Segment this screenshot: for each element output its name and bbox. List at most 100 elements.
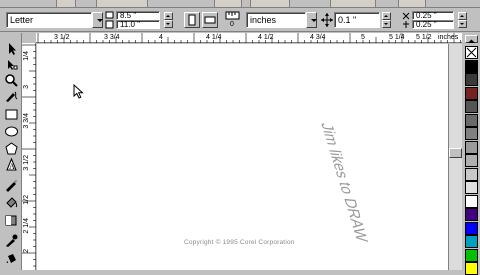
no-color-swatch[interactable] — [465, 46, 478, 59]
stepper-down-icon[interactable] — [164, 20, 173, 28]
rectangle-tool-icon[interactable] — [3, 107, 20, 122]
polygon-tool-icon[interactable] — [3, 141, 20, 156]
color-swatch[interactable] — [465, 167, 478, 181]
outline-tool-icon[interactable] — [3, 178, 20, 193]
color-swatch[interactable] — [465, 181, 478, 194]
color-swatch[interactable] — [465, 248, 478, 262]
page-width-input[interactable]: 8.5 " — [116, 11, 160, 20]
pick-tool-icon[interactable] — [3, 41, 20, 56]
paper-type-dropdown-button[interactable] — [92, 12, 103, 28]
page-size-stepper[interactable] — [164, 12, 173, 28]
ruler-label: 4 1/2 — [258, 34, 274, 41]
color-swatch[interactable] — [465, 127, 478, 140]
scrollbar-thumb[interactable] — [449, 148, 462, 158]
duplicate-y-input[interactable]: 0.25 " — [412, 20, 454, 29]
units-value: inches — [250, 15, 277, 25]
color-swatch[interactable] — [465, 113, 478, 127]
page-height-value: 11.0 " — [120, 20, 141, 29]
eyedropper-icon[interactable] — [3, 233, 20, 248]
shape-tool-icon[interactable] — [3, 57, 20, 72]
toolbar-button[interactable] — [398, 0, 426, 8]
units-select[interactable]: inches — [246, 12, 306, 28]
horizontal-ruler[interactable]: 3 1/2 3 3/4 4 4 1/4 4 1/2 4 3/4 5 5 1/4 … — [36, 33, 462, 43]
landscape-button[interactable] — [202, 12, 218, 28]
portrait-button[interactable] — [184, 12, 200, 28]
ellipse-tool-icon[interactable] — [3, 124, 20, 139]
color-swatch[interactable] — [465, 262, 478, 275]
duplicate-y-value: 0.25 " — [416, 20, 437, 29]
ruler-label: 3 1/2 — [54, 34, 70, 41]
color-swatch[interactable] — [465, 208, 478, 221]
copyright-text: Copyright © 1995 Corel Corporation — [184, 239, 295, 246]
ruler-label: 3 — [23, 85, 30, 89]
vertical-ruler[interactable]: 1/4 3 3 3/4 3 1/2 1/2 2 1/4 2 — [22, 43, 36, 270]
toolbar-button[interactable] — [56, 0, 76, 8]
mouse-pointer-icon — [73, 83, 85, 100]
color-swatch[interactable] — [465, 73, 478, 86]
toolbar-button[interactable] — [96, 0, 148, 8]
ruler-label: 1/4 — [23, 51, 30, 61]
ruler-units-label: inches — [438, 34, 459, 41]
property-bar: Letter 8.5 " 11.0 " 0 inches 0.1 " 0.25 … — [0, 8, 480, 32]
ruler-label: 5 1/2 — [416, 34, 432, 41]
stepper-up-icon[interactable] — [382, 12, 391, 20]
toolbar-button[interactable] — [250, 0, 290, 8]
page-width-value: 8.5 " — [120, 11, 137, 20]
stepper-down-icon[interactable] — [382, 20, 391, 28]
color-palette — [462, 33, 480, 275]
paper-type-value: Letter — [10, 15, 34, 25]
nudge-icon — [320, 12, 334, 28]
toolbox: A — [0, 33, 22, 270]
interactive-fill-icon[interactable] — [3, 213, 20, 228]
ruler-label: 2 1/4 — [23, 218, 30, 234]
stepper-down-icon[interactable] — [458, 20, 467, 28]
zoom-tool-icon[interactable] — [3, 73, 20, 88]
chevron-down-icon — [97, 19, 103, 22]
page-height-input[interactable]: 11.0 " — [116, 20, 160, 29]
ruler-label: 4 3/4 — [310, 34, 326, 41]
ruler-label: 2 — [23, 249, 30, 253]
color-swatch[interactable] — [465, 194, 478, 208]
duplicate-stepper[interactable] — [458, 12, 467, 28]
ruler-corner[interactable] — [22, 33, 36, 43]
stepper-up-icon[interactable] — [164, 12, 173, 20]
svg-text:A: A — [9, 162, 15, 171]
ruler-label: 3 3/4 — [23, 113, 30, 129]
toolbar-button[interactable] — [214, 0, 242, 8]
color-swatch[interactable] — [465, 235, 478, 248]
color-swatch[interactable] — [465, 154, 478, 167]
artistic-text[interactable]: Jim likes to DRAW — [317, 122, 371, 242]
color-swatch[interactable] — [465, 100, 478, 113]
freehand-tool-icon[interactable] — [3, 89, 20, 104]
fill-tool-icon[interactable] — [3, 195, 20, 210]
landscape-icon — [204, 16, 216, 24]
color-swatch[interactable] — [465, 221, 478, 235]
units-dropdown-button[interactable] — [306, 12, 317, 28]
nudge-value: 0.1 " — [338, 15, 357, 25]
duplicate-x-input[interactable]: 0.25 " — [412, 11, 454, 20]
portrait-icon — [188, 14, 196, 26]
nudge-input[interactable]: 0.1 " — [334, 12, 380, 28]
paper-type-select[interactable]: Letter — [6, 12, 92, 28]
paint-bucket-icon[interactable] — [3, 251, 20, 266]
ruler-label: 3 3/4 — [104, 34, 120, 41]
color-swatch[interactable] — [465, 86, 478, 100]
stepper-up-icon[interactable] — [458, 12, 467, 20]
units-label: 0 — [230, 21, 234, 28]
page-size-icon — [104, 11, 116, 29]
color-swatch[interactable] — [465, 140, 478, 154]
color-swatch[interactable] — [465, 59, 478, 73]
toolbar-strip — [0, 0, 480, 8]
palette-scroll-up-button[interactable] — [465, 35, 478, 43]
duplicate-offset-icon — [400, 11, 412, 29]
drawing-canvas[interactable]: Jim likes to DRAW Copyright © 1995 Corel… — [37, 44, 448, 270]
text-tool-icon[interactable]: A — [3, 157, 20, 172]
chevron-up-icon — [468, 39, 475, 43]
ruler-label: 1/2 — [23, 195, 30, 205]
chevron-down-icon — [311, 19, 317, 22]
ruler-label: 3 1/2 — [23, 155, 30, 171]
nudge-stepper[interactable] — [382, 12, 391, 28]
ruler-label: 4 — [159, 34, 163, 41]
vertical-scrollbar[interactable] — [448, 44, 462, 270]
toolbar-button[interactable] — [330, 0, 376, 8]
